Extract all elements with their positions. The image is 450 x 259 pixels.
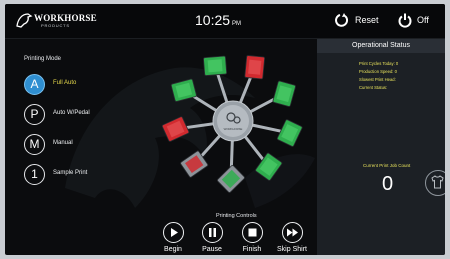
pause-label: Pause [202, 246, 222, 253]
top-bar: WORKHORSE PRODUCTS 10:25 PM Reset Off [5, 4, 445, 39]
shirt-button[interactable] [425, 170, 445, 196]
clock-time: 10:25 [195, 12, 231, 28]
press-carousel: WORKHORSE [161, 55, 303, 193]
begin-ring [163, 222, 184, 243]
platen[interactable] [161, 116, 190, 142]
mode-letter: 1 [24, 164, 45, 185]
mode-label: Auto W/Pedal [53, 110, 90, 116]
hub-label: WORKHORSE [224, 127, 243, 131]
stop-icon [248, 228, 257, 237]
printing-controls-title: Printing Controls [216, 213, 257, 219]
platen[interactable] [244, 55, 266, 80]
job-count-value: 0 [382, 173, 394, 195]
platen[interactable] [272, 80, 296, 107]
finish-label: Finish [242, 246, 262, 253]
mode-label: Sample Print [53, 170, 88, 176]
reset-label: Reset [355, 15, 379, 25]
finish-button[interactable]: Finish [232, 222, 272, 255]
status-current: Current Status: [359, 85, 388, 90]
mode-full-auto[interactable]: A Full Auto [24, 74, 144, 98]
finish-ring [242, 222, 263, 243]
job-count-label: Current Print Job Count [363, 163, 411, 168]
status-title: Operational Status [317, 39, 445, 53]
play-icon [171, 228, 178, 237]
horse-logo-icon [16, 13, 33, 28]
status-production-speed: Production Speed: 0 [359, 69, 397, 74]
power-icon [398, 13, 412, 28]
printing-mode-title: Printing Mode [24, 56, 62, 62]
pause-icon [209, 228, 216, 237]
mode-letter: M [24, 134, 45, 155]
pause-button[interactable]: Pause [192, 222, 232, 255]
clock: 10:25 PM [195, 12, 241, 30]
off-label: Off [417, 15, 429, 25]
mode-label: Manual [53, 140, 73, 146]
status-print-cycles: Print Cycles Today: 0 [359, 61, 399, 66]
platen[interactable] [217, 165, 245, 193]
logo-text: WORKHORSE [34, 13, 97, 23]
mode-label: Full Auto [53, 80, 77, 86]
operational-status-panel: Operational Status Print Cycles Today: 0… [317, 39, 445, 255]
mode-letter: P [24, 104, 45, 125]
pause-ring [202, 222, 223, 243]
platen[interactable] [170, 78, 197, 102]
begin-button[interactable]: Begin [153, 222, 193, 255]
mode-auto-pedal[interactable]: P Auto W/Pedal [24, 104, 144, 128]
mode-letter: A [24, 74, 45, 95]
skip-ring [282, 222, 303, 243]
clock-ampm: PM [232, 21, 242, 27]
skip-shirt-label: Skip Shirt [277, 246, 307, 253]
app-screen: WORKHORSE PRODUCTS 10:25 PM Reset Off Pri… [5, 4, 445, 255]
brand-logo: WORKHORSE PRODUCTS [15, 10, 97, 32]
status-slowest-head: Slowest Print Head: [359, 77, 396, 82]
mode-sample-print[interactable]: 1 Sample Print [24, 164, 144, 188]
begin-label: Begin [164, 246, 182, 253]
logo-subtext: PRODUCTS [41, 23, 70, 28]
reset-icon [335, 13, 348, 27]
fast-forward-icon [287, 228, 298, 237]
skip-shirt-button[interactable]: Skip Shirt [272, 222, 312, 255]
platen[interactable] [276, 119, 303, 147]
platen[interactable] [203, 55, 228, 76]
mode-manual[interactable]: M Manual [24, 134, 144, 158]
shirt-icon [431, 175, 444, 189]
